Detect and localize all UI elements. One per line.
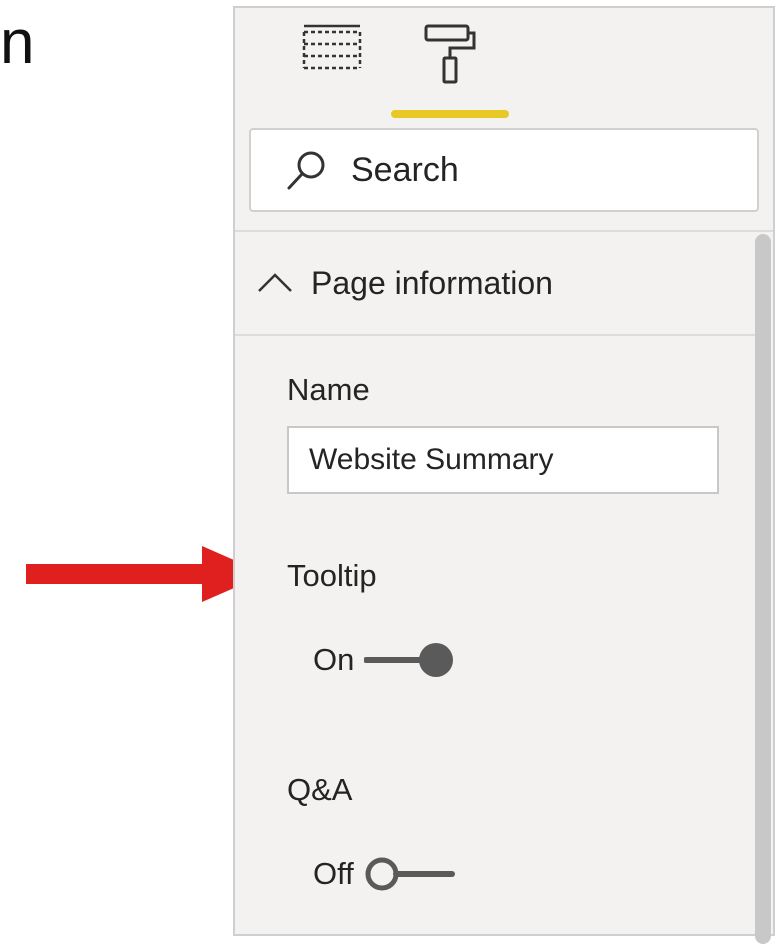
qa-label: Q&A [287,772,353,807]
fields-icon [302,24,362,70]
name-label: Name [287,372,370,407]
section-title: Page information [311,264,553,301]
chevron-up-icon [257,273,293,293]
red-arrow-annotation [26,546,266,602]
format-pane: Page information Name Tooltip On Q&A Off [233,6,775,944]
tooltip-toggle[interactable]: On [313,640,456,680]
qa-toggle-state: Off [313,856,354,891]
section-header-page-information[interactable]: Page information [235,232,755,334]
paint-roller-icon [424,24,476,84]
scrollbar[interactable] [755,234,771,944]
background-heading-fragment: n [0,8,35,77]
tab-format[interactable] [391,22,509,126]
qa-toggle[interactable]: Off [313,854,456,894]
toggle-off-icon [365,857,455,891]
active-tab-indicator [391,110,509,118]
toggle-on-icon [364,643,454,677]
search-box[interactable] [249,128,759,212]
tooltip-label: Tooltip [287,558,377,593]
search-input[interactable] [351,150,711,190]
search-icon [285,148,329,192]
divider [235,334,755,336]
tooltip-toggle-state: On [313,642,355,677]
page-name-field[interactable] [287,426,719,494]
tab-fields[interactable] [273,22,391,126]
pane-tabs [235,8,773,124]
